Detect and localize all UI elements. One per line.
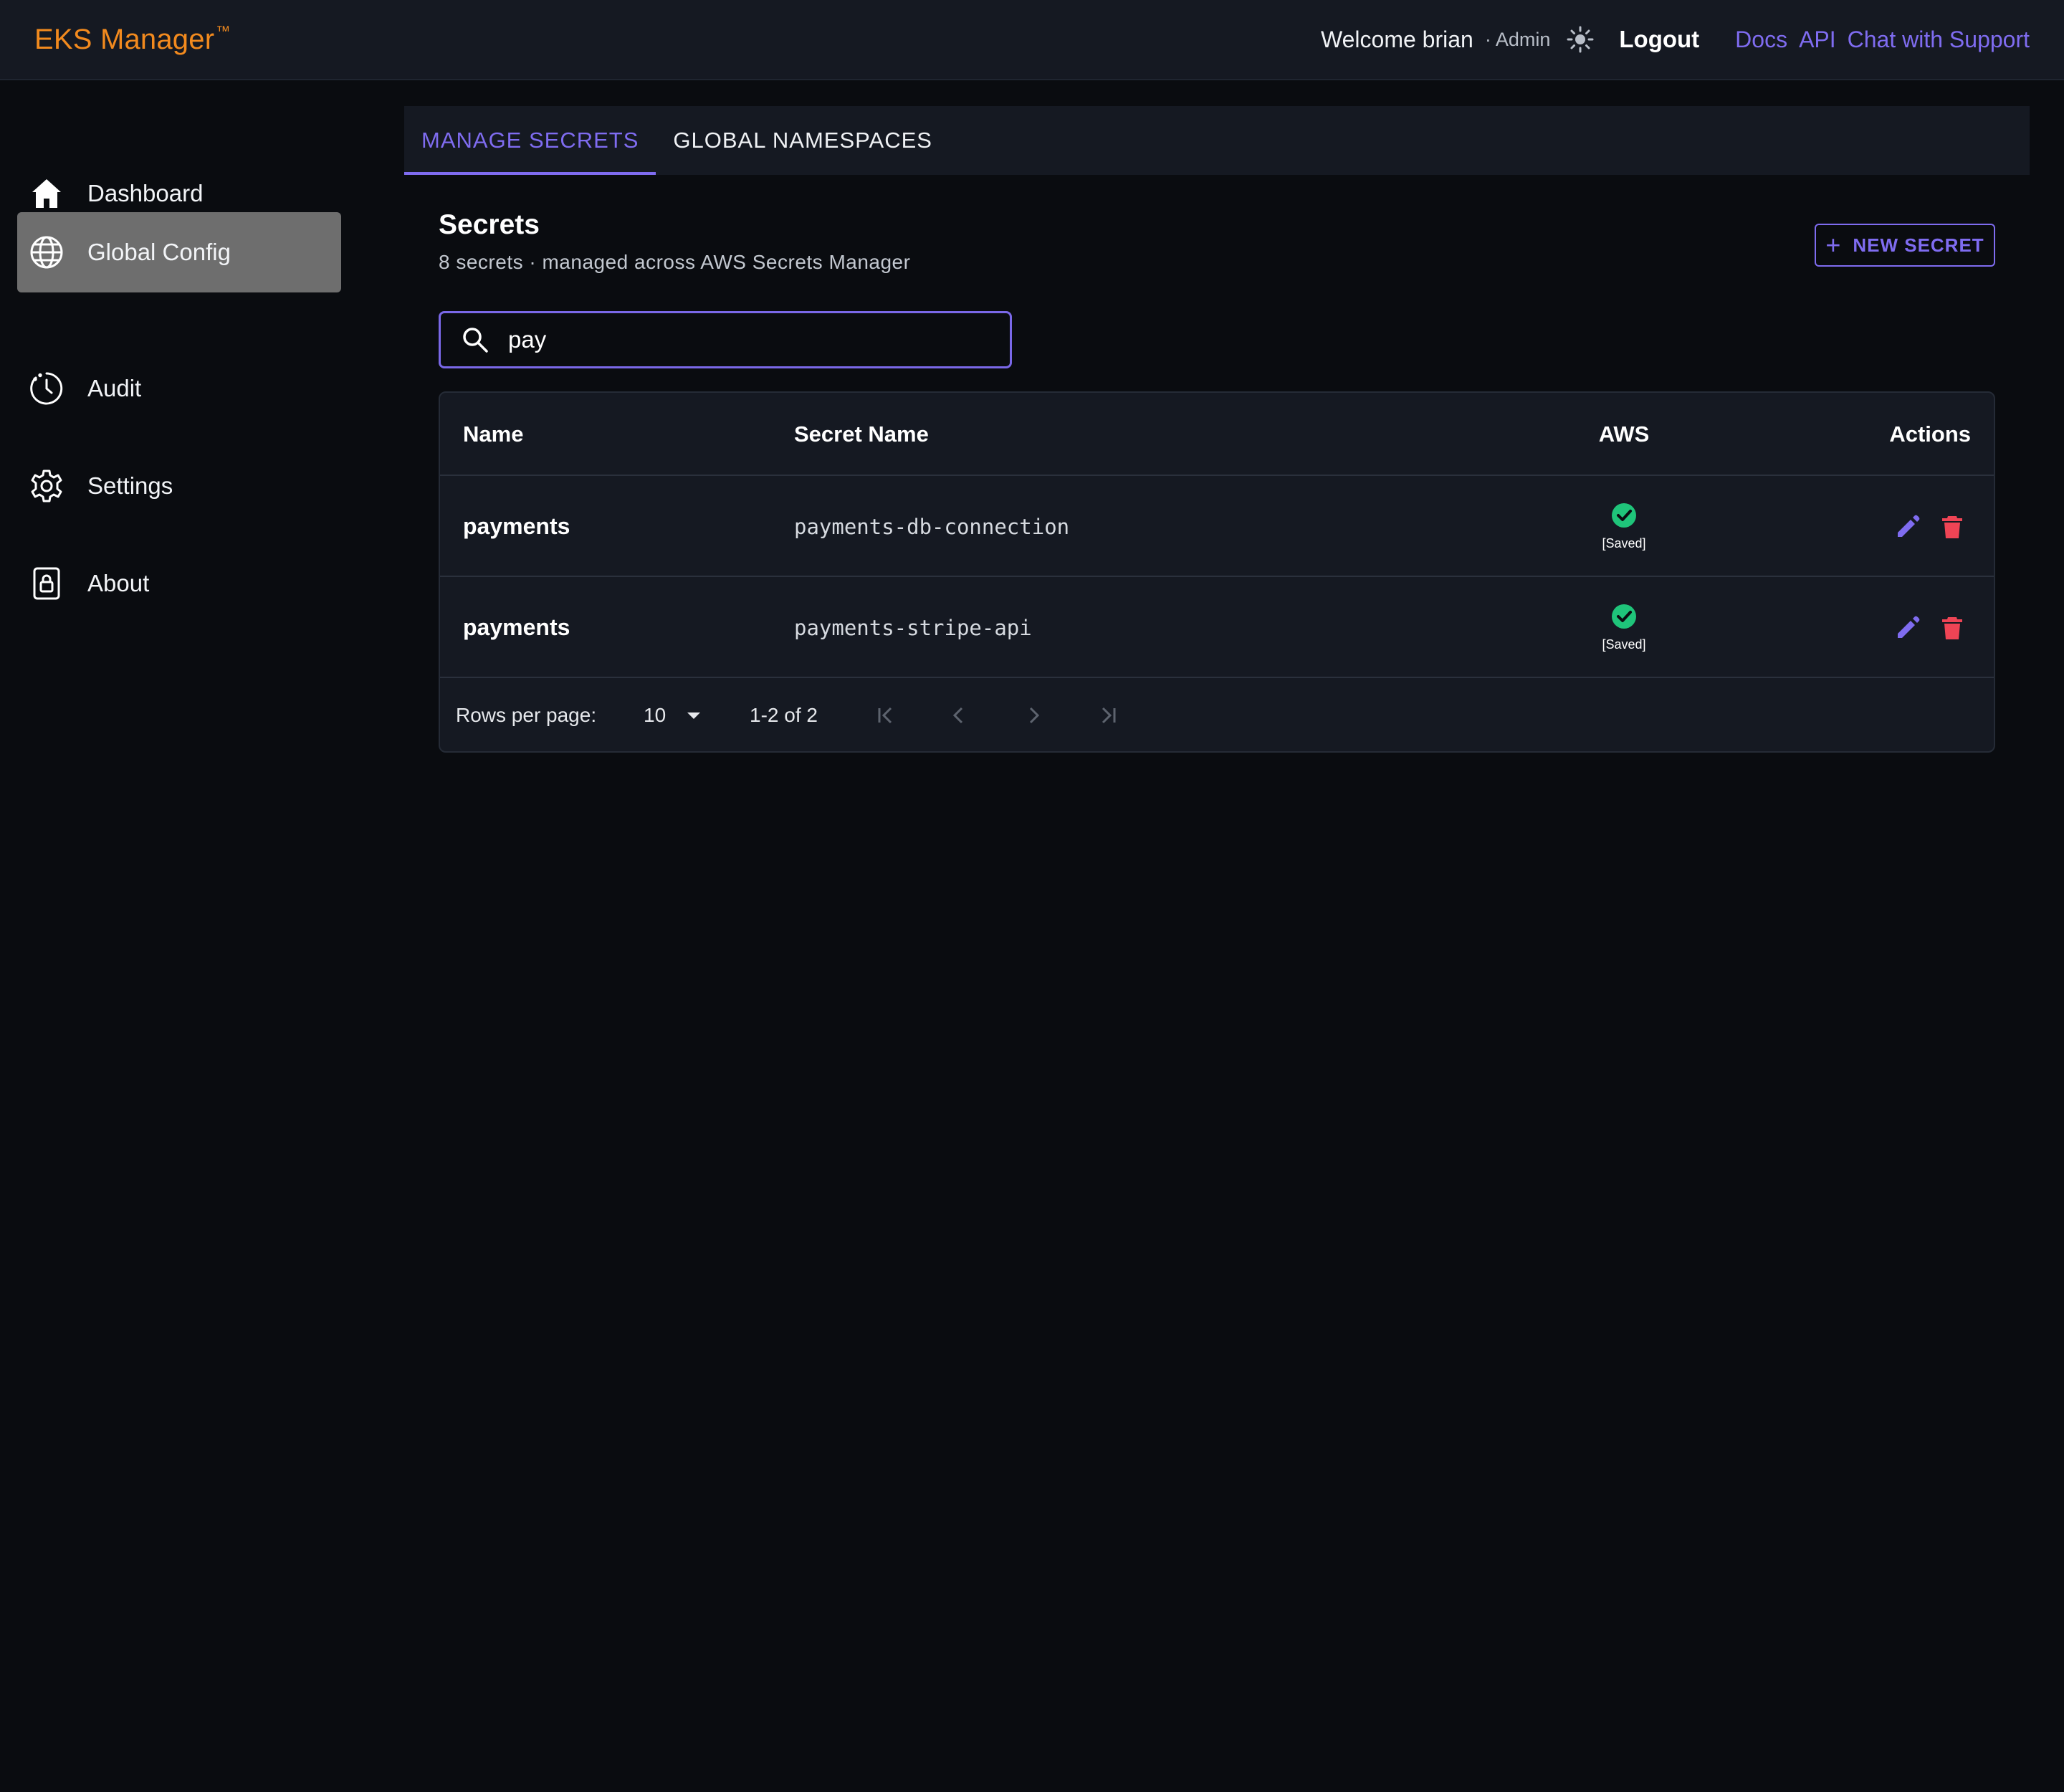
sidebar-item-about[interactable]: About xyxy=(17,543,341,624)
sidebar-item-audit[interactable]: Audit xyxy=(17,348,341,429)
welcome-text: Welcome brian xyxy=(1321,26,1473,52)
column-header-secret-name[interactable]: Secret Name xyxy=(794,393,929,476)
aws-status-label: [Saved] xyxy=(1602,535,1646,551)
aws-status-label: [Saved] xyxy=(1602,637,1646,652)
trash-icon[interactable] xyxy=(1938,513,1967,541)
sidebar-item-label: Global Config xyxy=(87,239,231,265)
secret-name-cell: payments xyxy=(463,614,570,640)
tab-bar: MANAGE SECRETS GLOBAL NAMESPACES xyxy=(404,106,2030,175)
search-icon xyxy=(461,325,489,354)
header-actions: Welcome brian · Admin Logout Docs API Ch… xyxy=(1321,0,2030,79)
tab-global-namespaces[interactable]: GLOBAL NAMESPACES xyxy=(656,106,950,175)
new-secret-button[interactable]: + NEW SECRET xyxy=(1815,224,1995,267)
trash-icon[interactable] xyxy=(1938,614,1967,642)
search-input[interactable] xyxy=(507,325,980,354)
api-link[interactable]: API xyxy=(1799,27,1836,53)
previous-page-icon[interactable] xyxy=(943,700,975,731)
table-row[interactable]: payments payments-db-connection [Saved] xyxy=(440,476,1994,577)
table-pagination: Rows per page: 10 1-2 of 2 xyxy=(440,678,1994,751)
secrets-table: Name Secret Name AWS Actions payments pa… xyxy=(439,391,1995,753)
column-header-actions: Actions xyxy=(1889,421,1971,447)
role-badge: · Admin xyxy=(1484,28,1551,50)
lock-icon xyxy=(29,566,64,601)
sidebar-item-global-config[interactable]: Global Config xyxy=(17,212,341,292)
rows-per-page-value: 10 xyxy=(644,704,666,726)
sidebar-item-label: About xyxy=(87,570,150,596)
page-range: 1-2 of 2 xyxy=(750,704,818,726)
top-bar: EKS Manager ™ Welcome brian · Admin Logou… xyxy=(0,0,2064,80)
sidebar-item-settings[interactable]: Settings xyxy=(17,446,341,526)
delete-button[interactable] xyxy=(1938,577,1967,678)
tab-manage-secrets[interactable]: MANAGE SECRETS xyxy=(404,106,656,175)
page-title: Secrets xyxy=(439,209,540,240)
next-page-icon[interactable] xyxy=(1018,700,1049,731)
brand-name: EKS Manager xyxy=(34,23,215,55)
logout-button[interactable]: Logout xyxy=(1619,26,1699,53)
gear-icon xyxy=(29,468,64,504)
last-page-icon[interactable] xyxy=(1092,700,1124,731)
column-header-aws[interactable]: AWS xyxy=(1581,393,1667,476)
table-header: Name Secret Name AWS Actions xyxy=(440,393,1994,476)
sun-icon[interactable] xyxy=(1566,25,1595,54)
aws-secret-name-cell: payments-stripe-api xyxy=(794,615,1032,640)
table-row[interactable]: payments payments-stripe-api [Saved] xyxy=(440,577,1994,678)
plus-icon: + xyxy=(1825,230,1842,259)
page-subtitle: 8 secrets · managed across AWS Secrets M… xyxy=(439,251,911,273)
trademark-mark: ™ xyxy=(216,23,231,39)
caret-down-icon xyxy=(687,712,701,719)
sidebar: Dashboard Global Config Audit Settings A… xyxy=(0,80,358,1792)
secret-name-cell: payments xyxy=(463,513,570,539)
search-box[interactable] xyxy=(439,311,1012,368)
edit-button[interactable] xyxy=(1893,476,1922,577)
rows-per-page-select[interactable]: 10 xyxy=(644,698,701,733)
clock-icon xyxy=(29,371,64,406)
pencil-icon[interactable] xyxy=(1893,513,1922,541)
chat-support-link[interactable]: Chat with Support xyxy=(1848,27,2030,53)
sidebar-item-label: Settings xyxy=(87,472,173,499)
first-page-icon[interactable] xyxy=(870,700,902,731)
docs-link[interactable]: Docs xyxy=(1735,27,1787,53)
delete-button[interactable] xyxy=(1938,476,1967,577)
aws-status-cell: [Saved] xyxy=(1581,577,1667,678)
sidebar-item-label: Audit xyxy=(87,375,142,401)
aws-secret-name-cell: payments-db-connection xyxy=(794,514,1070,539)
check-circle-icon xyxy=(1611,502,1637,532)
sidebar-item-label: Dashboard xyxy=(87,180,204,206)
pencil-icon[interactable] xyxy=(1893,614,1922,642)
check-circle-icon xyxy=(1611,604,1637,633)
edit-button[interactable] xyxy=(1893,577,1922,678)
home-icon xyxy=(29,176,64,211)
aws-status-cell: [Saved] xyxy=(1581,476,1667,577)
rows-per-page-label: Rows per page: xyxy=(456,704,597,726)
new-secret-label: NEW SECRET xyxy=(1853,234,1984,256)
brand-logo[interactable]: EKS Manager ™ xyxy=(34,24,230,56)
globe-icon xyxy=(29,234,64,270)
column-header-name[interactable]: Name xyxy=(463,393,523,476)
